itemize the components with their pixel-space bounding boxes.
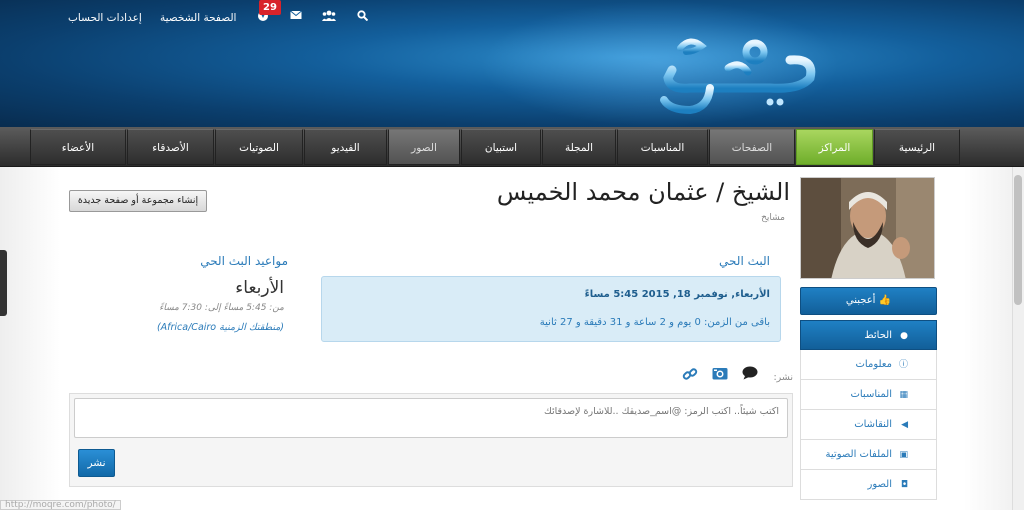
post-textarea[interactable] (74, 398, 788, 438)
sidebar-item-wall[interactable]: ● الحائط (800, 320, 937, 350)
sidebar-item-audio-files[interactable]: ▣ الملفات الصوتية (800, 440, 937, 470)
notification-badge: 29 (259, 0, 281, 15)
like-button[interactable]: 👍 أعجبني (800, 287, 937, 315)
nav-events[interactable]: المناسبات (617, 129, 708, 165)
search-icon[interactable] (355, 10, 369, 24)
sidebar-item-discussions[interactable]: ◀ النقاشات (800, 410, 937, 440)
sidebar-item-events[interactable]: ▦ المناسبات (800, 380, 937, 410)
mail-icon[interactable] (289, 10, 303, 24)
nav-members[interactable]: الأعضاء (30, 129, 126, 165)
link-icon[interactable] (681, 366, 699, 384)
profile-link[interactable]: الصفحة الشخصية (160, 12, 236, 24)
sidebar-item-label: النقاشات (854, 419, 892, 430)
nav-friends[interactable]: الأصدقاء (127, 129, 214, 165)
schedule-day: الأربعاء (235, 278, 284, 298)
site-header: إعدادات الحساب الصفحة الشخصية 29 (0, 0, 1024, 127)
post-label: نشر: (773, 372, 793, 383)
sidebar-item-label: الصور (867, 479, 893, 490)
top-bar: إعدادات الحساب الصفحة الشخصية 29 (0, 0, 1024, 28)
nav-photos[interactable]: الصور (388, 129, 460, 165)
sidebar-item-label: معلومات (855, 359, 892, 370)
like-label: أعجبني (845, 295, 876, 306)
account-settings-link[interactable]: إعدادات الحساب (68, 12, 142, 24)
page-sidebar-menu: ● الحائط ⓘ معلومات ▦ المناسبات ◀ النقاشات ▣ ا… (800, 320, 937, 500)
nav-home[interactable]: الرئيسية (874, 129, 960, 165)
sidebar-item-label: المناسبات (850, 389, 892, 400)
camera-icon[interactable] (711, 366, 729, 384)
profile-picture[interactable] (800, 177, 935, 279)
schedule-time: من: 5:45 مساءً إلى: 7:30 مساءً (159, 303, 284, 313)
side-feedback-tab[interactable] (0, 250, 7, 316)
sidebar-item-photos[interactable]: ◘ الصور (800, 470, 937, 500)
schedule-timezone[interactable]: (منطقتك الزمنية Africa/Cairo) (100, 322, 284, 333)
thumbs-up-icon: 👍 (878, 295, 892, 306)
nav-poll[interactable]: استبيان (461, 129, 541, 165)
page-title: الشيخ / عثمان محمد الخميس (496, 178, 790, 206)
friends-icon[interactable] (322, 10, 336, 24)
sidebar-item-info[interactable]: ⓘ معلومات (800, 350, 937, 380)
live-date: الأربعاء, نوفمبر 18, 2015 5:45 مساءً (584, 289, 770, 300)
nav-audio[interactable]: الصوتيات (215, 129, 303, 165)
live-stream-box: الأربعاء, نوفمبر 18, 2015 5:45 مساءً باق… (321, 276, 781, 342)
bullhorn-icon: ◀ (901, 420, 908, 430)
create-group-or-page-button[interactable]: إنشاء مجموعة أو صفحة جديدة (69, 190, 207, 212)
nav-videos[interactable]: الفيديو (304, 129, 387, 165)
audio-file-icon: ▣ (899, 450, 908, 460)
nav-pages[interactable]: الصفحات (709, 129, 795, 165)
status-bar-url: http://moqre.com/photo/ (0, 500, 121, 510)
camera-icon: ◘ (900, 480, 908, 490)
page-category[interactable]: مشايخ (700, 213, 785, 223)
sidebar-item-label: الحائط (864, 330, 892, 341)
main-nav: الرئيسية المراكز الصفحات المناسبات المجل… (0, 127, 1024, 167)
nav-magazine[interactable]: المجلة (542, 129, 616, 165)
live-countdown: باقى من الزمن: 0 يوم و 2 ساعة و 31 دقيقة… (539, 317, 770, 328)
site-logo[interactable] (650, 30, 820, 120)
comment-icon: ● (900, 331, 908, 341)
live-heading: البث الحي (719, 254, 770, 268)
calendar-icon: ▦ (899, 390, 908, 400)
status-icon[interactable] (741, 366, 759, 384)
info-icon: ⓘ (898, 360, 908, 370)
scrollbar-thumb[interactable] (1014, 175, 1022, 305)
schedule-heading: مواعيد البث الحي (200, 254, 288, 268)
sidebar-item-label: الملفات الصوتية (825, 449, 892, 460)
post-submit-button[interactable]: نشر (78, 449, 115, 477)
nav-centers[interactable]: المراكز (796, 129, 873, 165)
